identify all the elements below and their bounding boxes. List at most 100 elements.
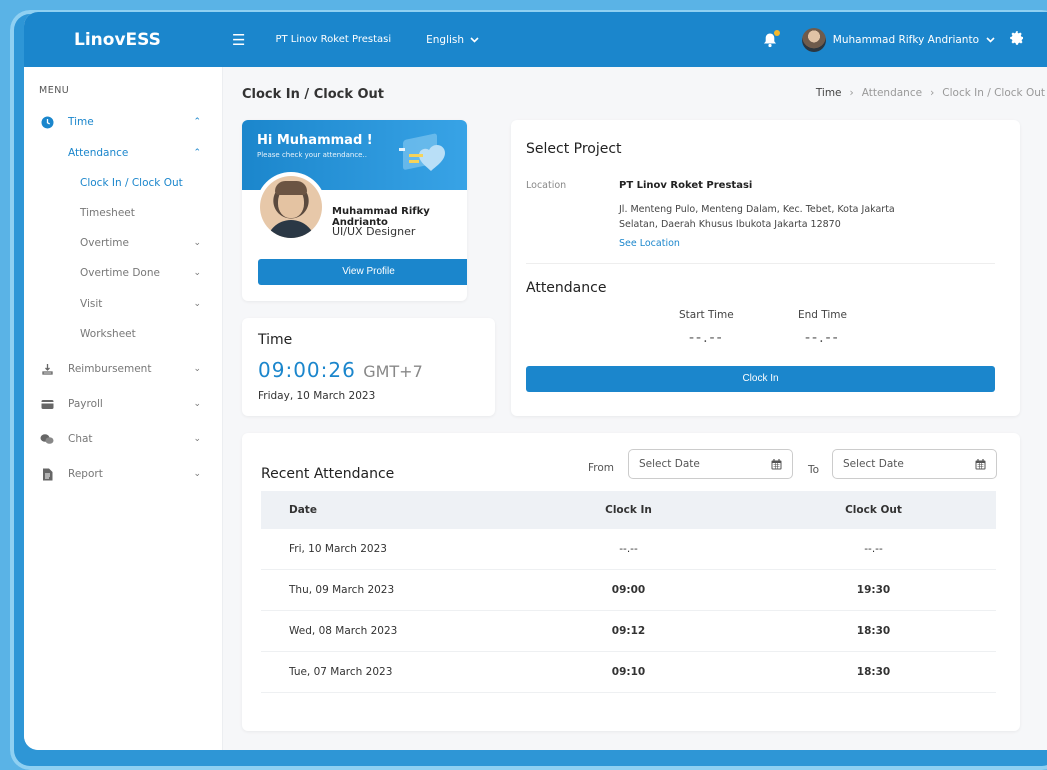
table-header: Date Clock In Clock Out bbox=[261, 491, 996, 529]
chevron-down-icon bbox=[986, 36, 995, 43]
to-label: To bbox=[808, 464, 820, 476]
row-clock-out: 19:30 bbox=[856, 584, 891, 596]
sidebar-item-label: Worksheet bbox=[80, 328, 136, 340]
sidebar-item-time[interactable]: Time ⌃ bbox=[24, 111, 223, 133]
chevron-up-icon: ⌃ bbox=[193, 148, 201, 158]
table-row: Fri, 10 March 2023 --.-- --.-- bbox=[261, 529, 996, 570]
sidebar-item-label: Timesheet bbox=[80, 207, 135, 219]
sidebar-item-label: Reimbursement bbox=[68, 363, 152, 375]
chevron-down-icon: ⌄ bbox=[193, 299, 201, 309]
chevron-down-icon: ⌄ bbox=[193, 238, 201, 248]
project-card: Select Project Location PT Linov Roket P… bbox=[511, 120, 1020, 416]
top-bar: LinovESS ☰ PT Linov Roket Prestasi Engli… bbox=[24, 12, 1047, 67]
row-clock-out: 18:30 bbox=[856, 625, 891, 637]
row-date: Fri, 10 March 2023 bbox=[289, 543, 387, 555]
sidebar-item-payroll[interactable]: Payroll ⌄ bbox=[24, 393, 223, 415]
sidebar-item-label: Chat bbox=[68, 433, 93, 445]
chevron-right-icon: › bbox=[849, 87, 854, 99]
start-time-value: --.-- bbox=[689, 330, 724, 346]
language-select[interactable]: English bbox=[426, 34, 479, 46]
profile-role: UI/UX Designer bbox=[332, 225, 416, 238]
wallet-icon bbox=[40, 397, 54, 411]
chevron-down-icon: ⌄ bbox=[193, 469, 201, 479]
logo-prefix: Linov bbox=[74, 29, 126, 50]
menu-title: MENU bbox=[39, 85, 70, 96]
time-label: Time bbox=[258, 332, 293, 348]
page-title: Clock In / Clock Out bbox=[242, 87, 385, 102]
language-label: English bbox=[426, 33, 465, 46]
company-name: PT Linov Roket Prestasi bbox=[275, 34, 392, 45]
sidebar-item-label: Clock In / Clock Out bbox=[80, 177, 183, 189]
row-date: Thu, 09 March 2023 bbox=[289, 584, 395, 596]
sidebar-item-label: Overtime bbox=[80, 237, 129, 249]
sidebar-item-overtime-done[interactable]: Overtime Done ⌄ bbox=[24, 262, 223, 284]
start-time-label: Start Time bbox=[679, 309, 734, 321]
sidebar-item-clock-in-out[interactable]: Clock In / Clock Out bbox=[24, 172, 223, 194]
to-date-placeholder: Select Date bbox=[843, 458, 904, 470]
clock-icon bbox=[40, 115, 54, 129]
row-clock-in: 09:10 bbox=[611, 666, 646, 678]
logo-suffix: ESS bbox=[125, 29, 161, 50]
column-header-date: Date bbox=[289, 504, 317, 516]
document-icon bbox=[40, 467, 54, 481]
user-menu[interactable]: Muhammad Rifky Andrianto bbox=[801, 27, 995, 52]
row-clock-in: --.-- bbox=[619, 543, 638, 555]
time-card: Time 09:00:26 GMT+7 Friday, 10 March 202… bbox=[242, 318, 495, 416]
chevron-down-icon: ⌄ bbox=[193, 434, 201, 444]
see-location-link[interactable]: See Location bbox=[619, 238, 680, 249]
sidebar-item-report[interactable]: Report ⌄ bbox=[24, 463, 223, 485]
select-project-title: Select Project bbox=[526, 141, 622, 157]
sidebar-item-label: Time bbox=[68, 116, 94, 128]
table-row: Tue, 07 March 2023 09:10 18:30 bbox=[261, 652, 996, 693]
sidebar-item-label: Report bbox=[68, 468, 103, 480]
user-name: Muhammad Rifky Andrianto bbox=[832, 33, 979, 46]
breadcrumb-item: Clock In / Clock Out bbox=[942, 87, 1045, 99]
sidebar-item-reimbursement[interactable]: Reimbursement ⌄ bbox=[24, 358, 223, 380]
main-content: Clock In / Clock Out Time › Attendance ›… bbox=[223, 67, 1047, 750]
location-address: Jl. Menteng Pulo, Menteng Dalam, Kec. Te… bbox=[619, 204, 895, 230]
chevron-right-icon: › bbox=[930, 87, 935, 99]
sidebar-item-worksheet[interactable]: Worksheet bbox=[24, 323, 223, 345]
from-date-placeholder: Select Date bbox=[639, 458, 700, 470]
column-header-clock-in: Clock In bbox=[605, 504, 652, 516]
divider bbox=[526, 263, 995, 264]
notification-dot bbox=[773, 29, 780, 36]
recent-attendance-card: Recent Attendance From Select Date To Se… bbox=[242, 433, 1020, 731]
current-date: Friday, 10 March 2023 bbox=[258, 390, 376, 402]
notification-bell-icon[interactable] bbox=[762, 29, 780, 48]
breadcrumb-item[interactable]: Time bbox=[816, 87, 842, 99]
chevron-up-icon: ⌃ bbox=[193, 117, 201, 127]
gear-icon[interactable] bbox=[1009, 30, 1025, 50]
app-window: LinovESS ☰ PT Linov Roket Prestasi Engli… bbox=[24, 12, 1047, 750]
calendar-icon bbox=[975, 458, 986, 469]
sidebar-item-label: Overtime Done bbox=[80, 267, 160, 279]
sidebar-item-timesheet[interactable]: Timesheet bbox=[24, 202, 223, 224]
sidebar-item-label: Attendance bbox=[68, 147, 129, 159]
to-date-input[interactable]: Select Date bbox=[832, 449, 997, 479]
hamburger-menu-icon[interactable]: ☰ bbox=[232, 31, 245, 49]
sidebar-item-chat[interactable]: Chat ⌄ bbox=[24, 428, 223, 450]
clock-in-button[interactable]: Clock In bbox=[526, 366, 995, 392]
view-profile-button[interactable]: View Profile bbox=[258, 259, 467, 285]
sidebar-item-label: Visit bbox=[80, 298, 103, 310]
chevron-down-icon: ⌄ bbox=[193, 268, 201, 278]
sidebar-item-attendance[interactable]: Attendance ⌃ bbox=[24, 142, 223, 164]
location-name: PT Linov Roket Prestasi bbox=[619, 180, 753, 191]
row-date: Wed, 08 March 2023 bbox=[289, 625, 398, 637]
from-date-input[interactable]: Select Date bbox=[628, 449, 793, 479]
timezone: GMT+7 bbox=[363, 362, 423, 381]
sidebar-item-overtime[interactable]: Overtime ⌄ bbox=[24, 232, 223, 254]
attendance-table: Date Clock In Clock Out Fri, 10 March 20… bbox=[261, 491, 996, 693]
attendance-title: Attendance bbox=[526, 280, 607, 296]
current-time: 09:00:26 GMT+7 bbox=[258, 358, 423, 382]
app-logo[interactable]: LinovESS bbox=[24, 30, 224, 50]
recent-attendance-title: Recent Attendance bbox=[261, 466, 395, 482]
sidebar-item-visit[interactable]: Visit ⌄ bbox=[24, 293, 223, 315]
breadcrumb-item[interactable]: Attendance bbox=[862, 87, 922, 99]
calendar-icon bbox=[771, 458, 782, 469]
end-time-label: End Time bbox=[798, 309, 847, 321]
sidebar-item-label: Payroll bbox=[68, 398, 103, 410]
chevron-down-icon bbox=[470, 36, 479, 43]
column-header-clock-out: Clock Out bbox=[845, 504, 902, 516]
breadcrumb: Time › Attendance › Clock In / Clock Out bbox=[816, 87, 1045, 99]
